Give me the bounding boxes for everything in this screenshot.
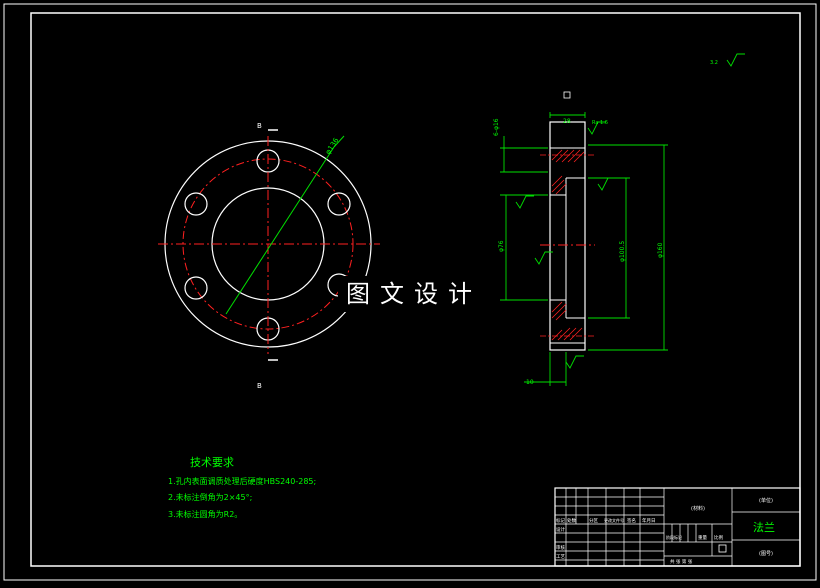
tb-stage-2: 分区 xyxy=(589,517,598,524)
tb-sheet: 共 张 第 张 xyxy=(670,558,693,565)
dim-bottom-width: 10 xyxy=(526,379,534,386)
tb-stage-1: 处数 xyxy=(567,517,576,524)
tb-right-0: 阶段标记 xyxy=(666,534,682,540)
dim-bore: φ76 xyxy=(498,240,505,252)
tech-item-2: 2.未标注倒角为2×45°; xyxy=(168,492,252,502)
tb-row-0: 设计 xyxy=(556,526,565,533)
dim-inner: φ100.5 xyxy=(619,241,626,262)
tb-row-2: 工艺 xyxy=(556,554,565,560)
section-mark-bottom: B xyxy=(257,382,262,390)
tb-drawing-no: (图号) xyxy=(759,551,773,557)
tb-row-1: 审核 xyxy=(556,544,565,551)
tech-item-3: 3.未标注圆角为R2。 xyxy=(168,509,242,519)
cad-drawing-canvas: B B φ136 6-φ16 28 φ100.5 φ160 φ76 10 3.2… xyxy=(0,0,820,584)
tech-title: 技术要求 xyxy=(190,456,234,469)
tb-stage-3: 更改文件号 xyxy=(604,517,624,523)
tb-part-name: 法兰 xyxy=(753,520,775,534)
tb-stage-5: 年月日 xyxy=(642,517,656,524)
tb-stage-4: 签名 xyxy=(627,517,636,524)
section-mark-top: B xyxy=(257,122,262,130)
dim-width: 28 xyxy=(563,118,571,125)
tech-item-1: 1.孔内表面调质处理后硬度HBS240-285; xyxy=(168,476,316,486)
tb-right-1: 重量 xyxy=(698,534,707,541)
tb-material: (材料) xyxy=(691,505,705,512)
tb-right-2: 比例 xyxy=(714,534,723,541)
roughness-top: Ra 1.6 xyxy=(592,120,608,126)
tb-stage-0: 标记 xyxy=(556,517,565,524)
dim-outer: φ160 xyxy=(657,242,664,258)
dim-holes: 6-φ16 xyxy=(493,118,500,136)
general-roughness: 3.2 xyxy=(710,60,718,66)
tb-company: (单位) xyxy=(759,497,773,504)
watermark: 图文设计 xyxy=(338,276,490,312)
